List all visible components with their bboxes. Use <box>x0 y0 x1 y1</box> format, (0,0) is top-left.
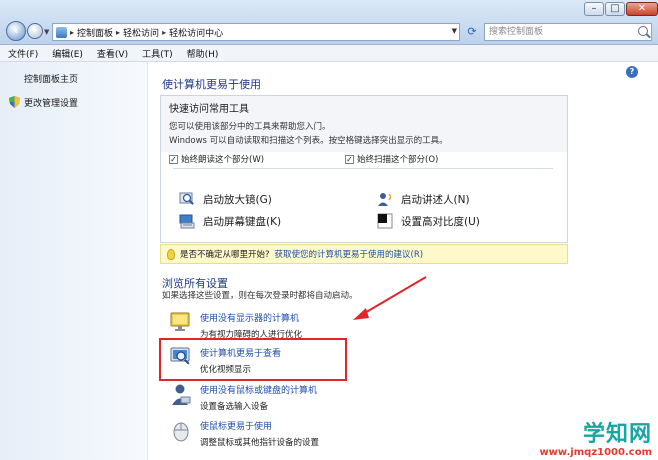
breadcrumb-control-panel[interactable]: 控制面板 <box>77 26 113 39</box>
search-icon[interactable] <box>638 26 648 36</box>
main-content: ? 使计算机更易于使用 快速访问常用工具 您可以使用该部分中的工具来帮助您入门。… <box>148 62 658 460</box>
menu-edit[interactable]: 编辑(E) <box>52 47 83 60</box>
watermark-logo: 学知网 <box>582 422 652 447</box>
watermark-url: www.jmqz1000.com <box>539 447 652 458</box>
control-panel-icon <box>56 26 67 38</box>
forward-button[interactable]: › <box>27 23 43 39</box>
breadcrumb-ease-of-access-center[interactable]: 轻松访问中心 <box>169 26 223 39</box>
recent-pages-dropdown[interactable]: ▼ <box>44 28 49 36</box>
watermark: 学知网 www.jmqz1000.com <box>539 422 652 459</box>
close-button[interactable]: ✕ <box>626 2 658 16</box>
menu-help[interactable]: 帮助(H) <box>187 47 219 60</box>
shield-icon <box>9 96 20 108</box>
back-button[interactable]: ‹ <box>6 21 26 41</box>
breadcrumb-ease-of-access[interactable]: 轻松访问 <box>123 26 159 39</box>
sidebar-item-change-admin-settings[interactable]: 更改管理设置 <box>24 96 78 109</box>
chevron-right-icon[interactable]: ▸ <box>116 28 120 37</box>
maximize-button[interactable]: □ <box>605 2 625 16</box>
chevron-down-icon[interactable]: ▼ <box>452 27 457 35</box>
menu-bar: 文件(F) 编辑(E) 查看(V) 工具(T) 帮助(H) <box>0 45 658 62</box>
red-arrow-annotation <box>353 276 427 320</box>
search-placeholder: 搜索控制面板 <box>489 27 544 37</box>
menu-view[interactable]: 查看(V) <box>97 47 128 60</box>
search-input[interactable]: 搜索控制面板 <box>484 23 652 41</box>
sidebar: 控制面板主页 更改管理设置 <box>0 62 148 460</box>
address-bar[interactable]: ▸ 控制面板 ▸ 轻松访问 ▸ 轻松访问中心 ▼ <box>52 23 460 41</box>
sidebar-item-control-panel-home[interactable]: 控制面板主页 <box>24 72 78 85</box>
chevron-right-icon[interactable]: ▸ <box>162 28 166 37</box>
title-bar: – □ ✕ ‹ › ▼ ▸ 控制面板 ▸ 轻松访问 ▸ 轻松访问中心 ▼ ⟳ 搜… <box>0 0 658 45</box>
chevron-right-icon[interactable]: ▸ <box>70 28 74 37</box>
menu-file[interactable]: 文件(F) <box>8 47 38 60</box>
minimize-button[interactable]: – <box>584 2 604 16</box>
refresh-icon[interactable]: ⟳ <box>463 24 481 40</box>
menu-tools[interactable]: 工具(T) <box>142 47 173 60</box>
